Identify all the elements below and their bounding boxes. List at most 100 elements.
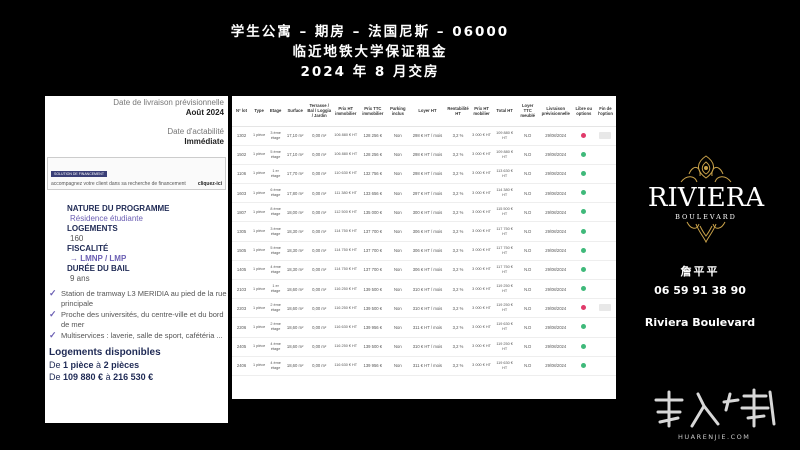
table-cell-loyer-ttc: N.D <box>516 164 539 185</box>
table-cell-status <box>572 356 595 376</box>
bail-heading: DURÉE DU BAIL <box>67 264 130 273</box>
table-row[interactable]: 1502 1 pièce 5 ème étage 17,10 m² 0,00 m² 106… <box>232 145 616 165</box>
table-row[interactable]: 1305 1 pièce 3 ème étage 18,30 m² 0,00 m² 114… <box>232 221 616 242</box>
table-cell-etage: 4 ème étage <box>267 356 285 376</box>
table-cell-total: 114 380 € HT <box>492 183 517 204</box>
table-cell-prix-ht: 114 750 € HT <box>332 260 360 281</box>
table-cell-terrasse: 0,00 m² <box>306 183 333 204</box>
table-cell-prix-ht: 116 250 € HT <box>332 337 360 357</box>
column-header: Prix HT mobilier <box>470 96 493 127</box>
huarenjie-watermark: HUARENJIE.COM <box>648 386 788 442</box>
table-cell-loyer: 310 € HT / mois <box>409 279 446 300</box>
table-cell-loyer: 310 € HT / mois <box>409 337 446 357</box>
table-row[interactable]: 1302 1 pièce 3 ème étage 17,10 m² 0,00 m² 106… <box>232 126 616 146</box>
column-header: N° lot <box>232 96 252 127</box>
table-cell-status <box>572 241 595 261</box>
table-cell-terrasse: 0,00 m² <box>306 241 333 261</box>
table-cell-lot: 2206 <box>232 317 252 338</box>
table-row[interactable]: 2405 1 pièce 4 ème étage 18,60 m² 0,00 m² 116… <box>232 337 616 357</box>
table-cell-surface: 18,30 m² <box>284 260 307 281</box>
table-cell-terrasse: 0,00 m² <box>306 202 333 223</box>
available-status-icon <box>581 209 587 215</box>
table-cell-option-end <box>594 145 616 165</box>
table-row[interactable]: 1807 1 pièce 8 ème étage 18,00 m² 0,00 m² 112… <box>232 202 616 223</box>
table-cell-surface: 18,30 m² <box>284 241 307 261</box>
table-cell-loyer: 298 € HT / mois <box>409 145 446 165</box>
contact-phone[interactable]: 06 59 91 38 90 <box>620 282 780 299</box>
table-cell-lot: 1405 <box>232 260 252 281</box>
table-cell-livraison: 29/08/2024 <box>538 221 573 242</box>
program-details: NATURE DU PROGRAMME Résidence étudiante … <box>45 204 228 284</box>
table-cell-type: 1 pièce <box>251 202 268 223</box>
column-header: Fin de l'option <box>594 96 616 127</box>
table-cell-terrasse: 0,00 m² <box>306 298 333 319</box>
table-row[interactable]: 2406 1 pièce 4 ème étage 18,60 m² 0,00 m² 116… <box>232 356 616 376</box>
financing-box[interactable]: SOLUTION DE FINANCEMENT accompagnez votr… <box>47 157 226 190</box>
table-cell-renta: 3,2 % <box>445 337 471 357</box>
table-cell-loyer-ttc: N.D <box>516 126 539 146</box>
table-cell-lot: 1502 <box>232 145 252 165</box>
table-cell-parking: Non <box>386 221 410 242</box>
table-cell-total: 109 880 € HT <box>492 145 517 165</box>
table-cell-status <box>572 145 595 165</box>
table-cell-option-end <box>594 241 616 261</box>
table-row[interactable]: 2103 1 pièce 1 er étage 18,60 m² 0,00 m² 116 … <box>232 279 616 300</box>
table-cell-etage: 5 ème étage <box>267 145 285 165</box>
table-cell-loyer-ttc: N.D <box>516 298 539 319</box>
table-row[interactable]: 1505 1 pièce 5 ème étage 18,30 m² 0,00 m² 114… <box>232 241 616 261</box>
table-cell-prix-ttc: 128 256 € <box>359 145 387 165</box>
table-row[interactable]: 1405 1 pièce 4 ème étage 18,30 m² 0,00 m² 114… <box>232 260 616 281</box>
available-status-icon <box>581 247 587 253</box>
table-cell-type: 1 pièce <box>251 356 268 376</box>
table-cell-prix-ttc: 139 500 € <box>359 279 387 300</box>
table-cell-prix-ttc: 137 700 € <box>359 221 387 242</box>
column-header: Surface <box>284 96 307 127</box>
table-cell-parking: Non <box>386 126 410 146</box>
table-cell-type: 1 pièce <box>251 221 268 242</box>
table-cell-livraison: 29/08/2024 <box>538 298 573 319</box>
table-cell-prix-ht: 116 630 € HT <box>332 356 360 376</box>
available-status-icon <box>581 266 587 272</box>
available-status-icon <box>581 190 587 196</box>
table-cell-loyer: 306 € HT / mois <box>409 221 446 242</box>
table-cell-loyer-ttc: N.D <box>516 337 539 357</box>
checklist-item: ✓ Multiservices : laverie, salle de sport… <box>49 330 223 340</box>
table-cell-option-end <box>594 317 616 338</box>
table-row[interactable]: 2206 1 pièce 2 ème étage 18,60 m² 0,00 m² 116… <box>232 317 616 338</box>
table-cell-lot: 1807 <box>232 202 252 223</box>
table-cell-lot: 2203 <box>232 298 252 319</box>
contact-business: Riviera Boulevard <box>644 316 756 329</box>
table-cell-surface: 18,60 m² <box>284 356 307 376</box>
table-cell-loyer-ttc: N.D <box>516 145 539 165</box>
table-cell-prix-ttc: 133 656 € <box>359 183 387 204</box>
option-end-badge <box>599 304 612 312</box>
table-cell-terrasse: 0,00 m² <box>306 356 333 376</box>
table-cell-livraison: 29/08/2024 <box>538 164 573 185</box>
table-cell-prix-ht: 112 500 € HT <box>332 202 360 223</box>
table-cell-prix-ht: 116 250 € HT <box>332 298 360 319</box>
table-cell-mobilier: 3 000 € HT <box>470 221 493 242</box>
table-cell-renta: 3,2 % <box>445 145 471 165</box>
table-cell-prix-ttc: 137 700 € <box>359 241 387 261</box>
table-cell-type: 1 pièce <box>251 317 268 338</box>
table-cell-surface: 18,60 m² <box>284 298 307 319</box>
table-cell-option-end <box>594 279 616 300</box>
table-cell-renta: 3,2 % <box>445 298 471 319</box>
table-cell-livraison: 29/08/2024 <box>538 337 573 357</box>
bail-value: 9 ans <box>70 274 90 283</box>
table-row[interactable]: 2203 1 pièce 2 ème étage 18,60 m² 0,00 m² 116… <box>232 298 616 319</box>
table-cell-type: 1 pièce <box>251 183 268 204</box>
actability-value: Immédiate <box>184 137 224 146</box>
table-cell-status <box>572 298 595 319</box>
financing-link[interactable]: cliquez-ici <box>198 181 222 187</box>
table-cell-etage: 4 ème étage <box>267 337 285 357</box>
table-cell-loyer: 311 € HT / mois <box>409 356 446 376</box>
table-cell-parking: Non <box>386 317 410 338</box>
table-cell-loyer-ttc: N.D <box>516 260 539 281</box>
program-value: Résidence étudiante <box>70 214 143 223</box>
table-cell-lot: 1603 <box>232 183 252 204</box>
column-header: Etage <box>267 96 285 127</box>
table-cell-total: 113 630 € HT <box>492 164 517 185</box>
table-row[interactable]: 1603 1 pièce 6 ème étage 17,80 m² 0,00 m² 111… <box>232 183 616 204</box>
table-row[interactable]: 1106 1 pièce 1 er étage 17,70 m² 0,00 m² 110 … <box>232 164 616 185</box>
